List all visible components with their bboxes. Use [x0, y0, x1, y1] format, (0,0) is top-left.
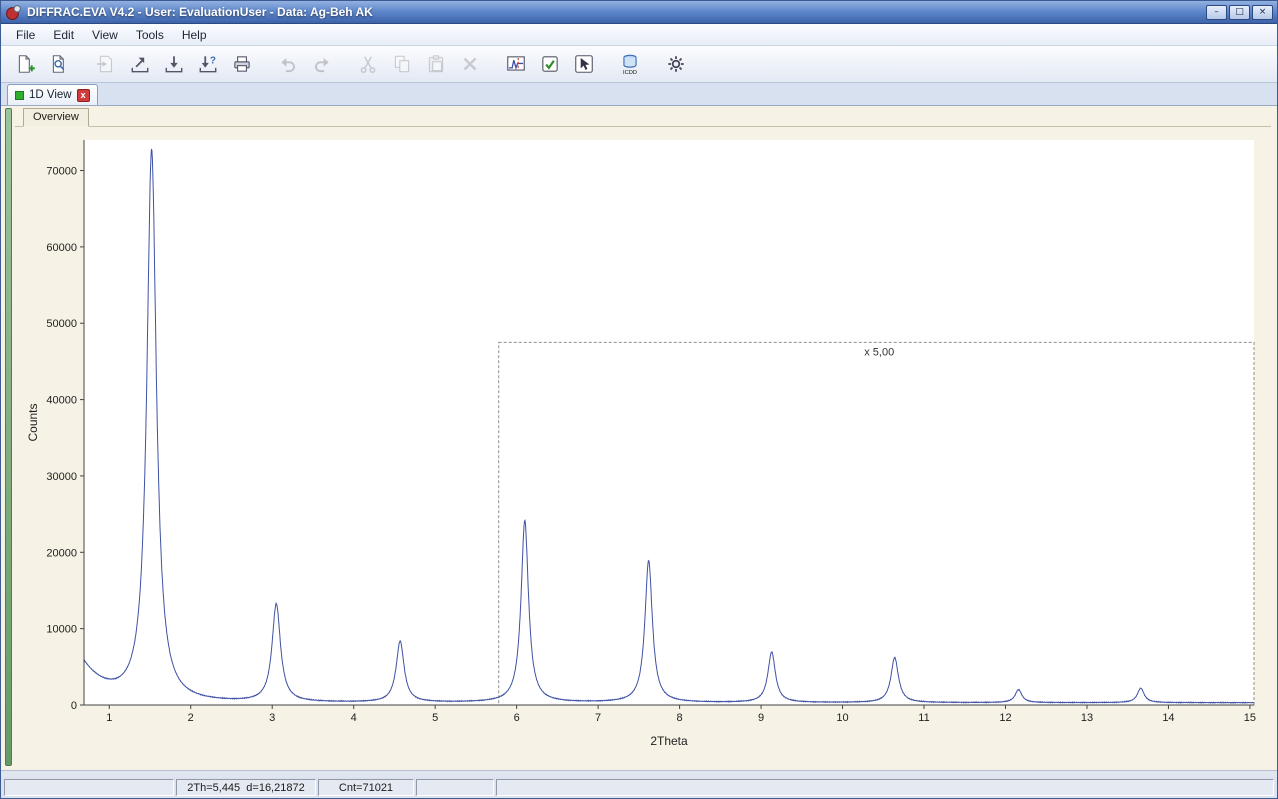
redo-button	[307, 49, 337, 79]
x-tick-label: 9	[758, 712, 764, 724]
scale-factor-label: x 5,00	[864, 346, 894, 358]
status-panel-message	[4, 779, 174, 796]
x-tick-label: 15	[1244, 712, 1256, 724]
import-wizard-icon: ?	[199, 55, 217, 73]
copy-button	[387, 49, 417, 79]
scan-tool-button[interactable]	[501, 49, 531, 79]
x-tick-label: 6	[514, 712, 520, 724]
maximize-icon[interactable]: □	[1229, 4, 1250, 20]
menu-edit[interactable]: Edit	[44, 25, 83, 45]
x-tick-label: 1	[106, 712, 112, 724]
paste-button	[421, 49, 451, 79]
tab-bar: 1D View x	[1, 83, 1277, 106]
y-tick-label: 30000	[46, 471, 77, 483]
status-panel-filler	[496, 779, 1274, 796]
pointer-tool-icon	[575, 55, 593, 73]
x-tick-label: 7	[595, 712, 601, 724]
svg-text:?: ?	[210, 55, 216, 66]
undo-button	[273, 49, 303, 79]
svg-text:ICDD: ICDD	[623, 70, 637, 75]
open-preview-icon	[52, 55, 65, 73]
icdd-database-button[interactable]: ICDD	[615, 49, 645, 79]
bottom-strip	[1, 770, 1277, 777]
print-button[interactable]	[227, 49, 257, 79]
close-tab-icon[interactable]: x	[76, 88, 90, 102]
cut-button	[353, 49, 383, 79]
close-icon[interactable]: ×	[1252, 4, 1273, 20]
y-axis-title: Counts	[26, 403, 40, 441]
plot-area[interactable]	[84, 140, 1254, 705]
new-scan-button[interactable]	[11, 49, 41, 79]
scan-tool-icon	[507, 56, 525, 71]
export-icon	[131, 57, 149, 73]
y-tick-label: 40000	[46, 395, 77, 407]
cut-icon	[360, 56, 376, 74]
view-type-icon	[15, 90, 24, 100]
view-selector-strip[interactable]	[5, 108, 12, 766]
delete-icon	[463, 57, 477, 71]
y-tick-label: 60000	[46, 242, 77, 254]
checklist-tool-button[interactable]	[535, 49, 565, 79]
x-tick-label: 3	[269, 712, 275, 724]
append-button	[91, 49, 121, 79]
y-tick-label: 0	[71, 700, 77, 712]
tab-overview[interactable]: Overview	[23, 108, 89, 127]
status-panel-extra	[416, 779, 494, 796]
new-scan-icon	[18, 55, 35, 73]
x-tick-label: 13	[1081, 712, 1093, 724]
chart-panel: Overview x 5,00 1 2 3 4 5 6 7 8 9 10 11 12 13 14 15 0 100…	[1, 106, 1277, 770]
x-tick-label: 4	[351, 712, 357, 724]
window-title: DIFFRAC.EVA V4.2 - User: EvaluationUser …	[27, 5, 373, 19]
y-tick-label: 10000	[46, 624, 77, 636]
menu-bar: File Edit View Tools Help	[1, 24, 1277, 46]
menu-view[interactable]: View	[83, 25, 127, 45]
paste-icon	[428, 55, 444, 73]
panel-divider	[15, 126, 1271, 127]
tab-label: 1D View	[29, 89, 72, 101]
print-icon	[234, 56, 250, 72]
check-tool-icon	[542, 56, 558, 72]
app-window: DIFFRAC.EVA V4.2 - User: EvaluationUser …	[0, 0, 1278, 799]
import-wizard-button[interactable]: ?	[193, 49, 223, 79]
settings-icon	[668, 56, 684, 72]
status-count-value: Cnt=71021	[318, 779, 414, 796]
y-tick-label: 50000	[46, 318, 77, 330]
import-icon	[165, 56, 183, 73]
x-axis-title: 2Theta	[650, 734, 688, 748]
menu-file[interactable]: File	[7, 25, 44, 45]
diffraction-chart[interactable]: x 5,001 2 3 4 5 6 7 8 9 10 11 12 13 14 150100002000030…	[19, 130, 1269, 770]
y-tick-label: 70000	[46, 166, 77, 178]
x-tick-label: 10	[836, 712, 848, 724]
append-icon	[97, 55, 113, 73]
tab-1d-view[interactable]: 1D View x	[7, 84, 98, 105]
import-button[interactable]	[159, 49, 189, 79]
toolbar: ? ICDD	[1, 46, 1277, 83]
y-tick-label: 20000	[46, 547, 77, 559]
x-tick-label: 14	[1162, 712, 1174, 724]
open-preview-button[interactable]	[45, 49, 75, 79]
x-tick-label: 12	[999, 712, 1011, 724]
x-tick-label: 5	[432, 712, 438, 724]
x-tick-label: 8	[677, 712, 683, 724]
minimize-icon[interactable]: –	[1206, 4, 1227, 20]
x-tick-label: 2	[188, 712, 194, 724]
status-bar: 2Th=5,445 d=16,21872 Cnt=71021	[1, 777, 1277, 798]
title-bar[interactable]: DIFFRAC.EVA V4.2 - User: EvaluationUser …	[1, 1, 1277, 24]
menu-help[interactable]: Help	[173, 25, 216, 45]
settings-button[interactable]	[661, 49, 691, 79]
app-icon	[5, 4, 22, 21]
x-tick-label: 11	[918, 712, 929, 724]
pointer-tool-button[interactable]	[569, 49, 599, 79]
window-controls: – □ ×	[1206, 4, 1273, 20]
copy-icon	[394, 55, 410, 73]
undo-icon	[281, 57, 295, 73]
status-cursor-position: 2Th=5,445 d=16,21872	[176, 779, 316, 796]
export-button[interactable]	[125, 49, 155, 79]
icdd-icon: ICDD	[623, 54, 637, 75]
delete-button	[455, 49, 485, 79]
menu-tools[interactable]: Tools	[127, 25, 173, 45]
redo-icon	[315, 57, 329, 73]
